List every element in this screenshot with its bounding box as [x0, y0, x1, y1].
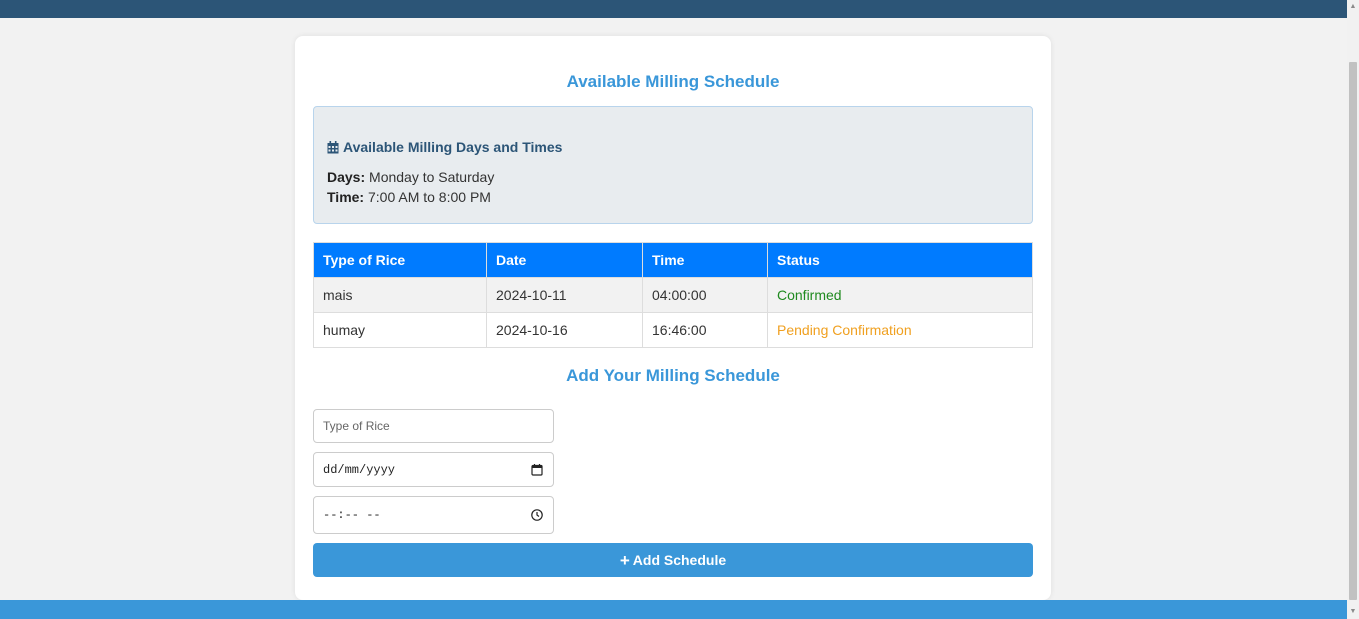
days-value: Monday to Saturday	[369, 169, 495, 185]
column-header-status: Status	[767, 242, 1033, 278]
date-input[interactable]: dd/mm/yyyy	[313, 452, 554, 487]
time-line: Time: 7:00 AM to 8:00 PM	[327, 189, 491, 205]
rice-type-input[interactable]: Type of Rice	[313, 409, 554, 443]
cell-type: humay	[313, 312, 487, 348]
cell-status: Pending Confirmation	[767, 312, 1033, 348]
clock-icon[interactable]	[530, 508, 544, 522]
time-value: 7:00 AM to 8:00 PM	[367, 189, 491, 205]
calendar-icon	[327, 140, 339, 153]
date-placeholder: dd/mm/yyyy	[323, 462, 396, 477]
add-schedule-label: Add Schedule	[632, 552, 727, 568]
cell-time: 04:00:00	[642, 277, 768, 313]
page-title: Available Milling Schedule	[566, 72, 780, 91]
column-header-type: Type of Rice	[313, 242, 487, 278]
top-nav-bar	[0, 0, 1347, 18]
column-header-time: Time	[642, 242, 768, 278]
schedule-table: Type of Rice Date Time Status mais 2024-…	[313, 242, 1033, 348]
time-placeholder: --:-- --	[323, 508, 381, 522]
table-header-row: Type of Rice Date Time Status	[313, 242, 1033, 278]
time-input[interactable]: --:-- --	[313, 496, 554, 534]
scroll-up-arrow-icon[interactable]: ▲	[1347, 0, 1359, 14]
plus-icon: +	[619, 550, 630, 570]
rice-type-placeholder: Type of Rice	[323, 419, 390, 433]
cell-type: mais	[313, 277, 487, 313]
availability-heading-text: Available Milling Days and Times	[343, 139, 563, 155]
time-label: Time:	[327, 189, 365, 205]
days-label: Days:	[327, 169, 366, 185]
footer-bar	[0, 600, 1347, 619]
table-row: mais 2024-10-11 04:00:00 Confirmed	[313, 277, 1033, 313]
add-schedule-button[interactable]: + Add Schedule	[313, 543, 1033, 577]
table-row: humay 2024-10-16 16:46:00 Pending Confir…	[313, 312, 1033, 348]
cell-status: Confirmed	[767, 277, 1033, 313]
days-line: Days: Monday to Saturday	[327, 169, 494, 185]
form-title: Add Your Milling Schedule	[566, 366, 780, 385]
cell-date: 2024-10-11	[486, 277, 643, 313]
scroll-down-arrow-icon[interactable]: ▼	[1347, 605, 1359, 619]
scrollbar-thumb[interactable]	[1349, 62, 1357, 600]
availability-box: Available Milling Days and Times Days: M…	[313, 106, 1033, 224]
page-scrollbar[interactable]: ▲ ▼	[1347, 0, 1359, 619]
column-header-date: Date	[486, 242, 643, 278]
availability-heading: Available Milling Days and Times	[327, 139, 562, 155]
schedule-card: Available Milling Schedule Available Mil…	[295, 36, 1051, 600]
cell-date: 2024-10-16	[486, 312, 643, 348]
calendar-picker-icon[interactable]	[530, 463, 544, 477]
cell-time: 16:46:00	[642, 312, 768, 348]
